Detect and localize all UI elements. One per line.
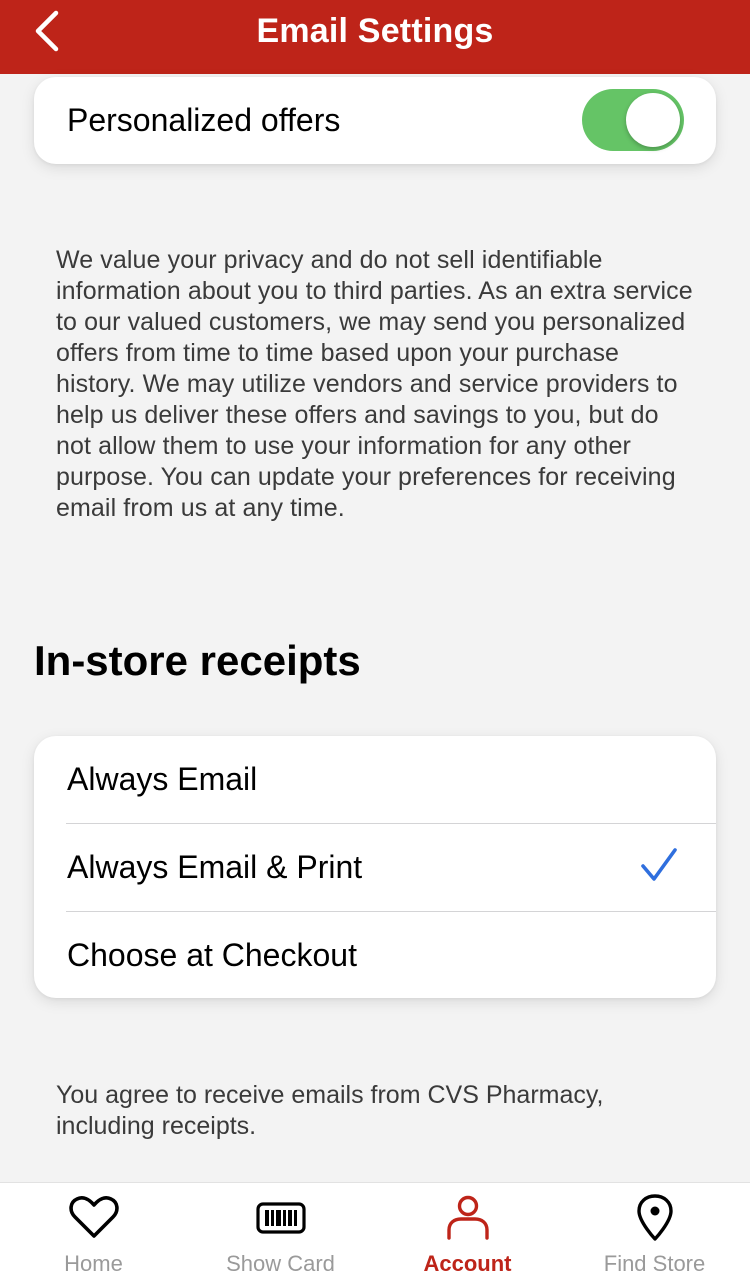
checkmark-icon <box>641 848 677 881</box>
page-title: Email Settings <box>256 12 494 50</box>
tab-label: Home <box>64 1251 123 1276</box>
privacy-notice-text: We value your privacy and do not sell id… <box>56 246 693 522</box>
nav-bar: Email Settings <box>0 0 750 74</box>
personalized-offers-label: Personalized offers <box>67 102 341 138</box>
tab-label: Show Card <box>226 1251 335 1276</box>
personalized-offers-card: Personalized offers <box>34 77 716 164</box>
tab-find-store[interactable]: Find Store <box>561 1183 748 1281</box>
tab-label: Account <box>423 1251 512 1276</box>
tab-bar: Home Show Card Account Find Store <box>0 1182 750 1281</box>
option-label: Choose at Checkout <box>67 937 357 973</box>
in-store-receipts-heading: In-store receipts <box>34 637 361 684</box>
tab-label: Find Store <box>603 1251 706 1276</box>
option-always-email-print[interactable]: Always Email & Print <box>34 824 716 911</box>
option-always-email[interactable]: Always Email <box>34 736 716 823</box>
option-label: Always Email <box>67 761 258 797</box>
toggle-knob <box>626 93 680 147</box>
receipts-options-card: Always Email Always Email & Print Choose… <box>34 736 716 998</box>
tab-show-card[interactable]: Show Card <box>187 1183 374 1281</box>
tab-home[interactable]: Home <box>0 1183 187 1281</box>
option-label: Always Email & Print <box>67 849 363 885</box>
option-choose-at-checkout[interactable]: Choose at Checkout <box>34 912 716 999</box>
person-icon <box>446 1195 489 1240</box>
email-agreement-text: You agree to receive emails from CVS Pha… <box>56 1081 604 1140</box>
tab-account[interactable]: Account <box>374 1183 561 1281</box>
personalized-offers-toggle[interactable] <box>582 89 684 151</box>
heart-icon <box>68 1196 119 1238</box>
location-pin-icon <box>636 1194 673 1241</box>
barcode-card-icon <box>255 1202 306 1234</box>
